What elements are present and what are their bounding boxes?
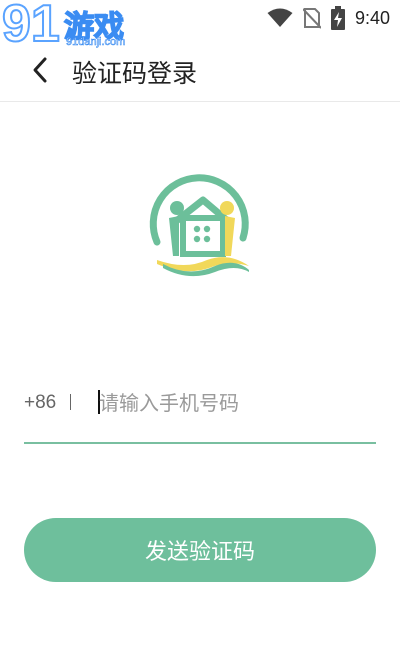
country-code-divider (70, 394, 71, 410)
send-code-button[interactable]: 发送验证码 (24, 518, 376, 582)
phone-input-underline (24, 442, 376, 444)
app-logo (145, 172, 255, 282)
chevron-left-icon (33, 57, 47, 83)
phone-row: +86 (24, 382, 376, 426)
battery-charging-icon (330, 6, 345, 30)
back-button[interactable] (28, 56, 54, 84)
house-people-logo (149, 174, 249, 277)
country-code[interactable]: +86 (24, 392, 56, 414)
status-icons: 9:40 (267, 6, 390, 30)
watermark-url: 91danji.com (66, 36, 126, 49)
status-bar: 9:40 (0, 0, 400, 36)
status-time: 9:40 (354, 7, 390, 28)
header: 验证码登录 (0, 48, 400, 92)
phone-number-input[interactable] (99, 386, 369, 420)
no-sim-icon (302, 7, 321, 29)
wifi-icon (267, 8, 293, 28)
page-title: 验证码登录 (72, 59, 198, 88)
header-divider (0, 101, 400, 102)
